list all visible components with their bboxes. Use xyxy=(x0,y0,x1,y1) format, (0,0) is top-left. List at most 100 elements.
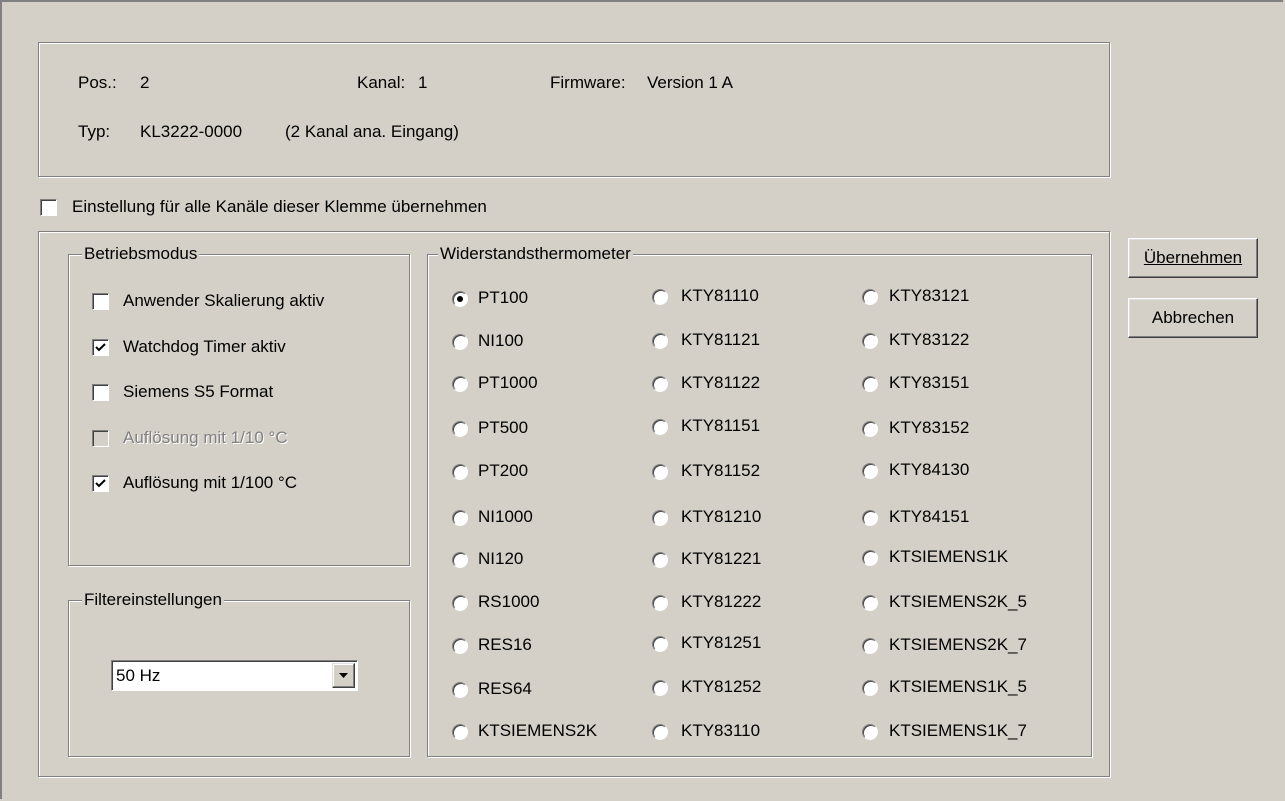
sensor-option-label[interactable]: KTSIEMENS1K xyxy=(889,547,1008,567)
filter-select-value: 50 Hz xyxy=(116,666,161,685)
sensor-radio[interactable] xyxy=(862,595,878,611)
betriebsmodus-option-label: Auflösung mit 1/10 °C xyxy=(123,428,288,447)
sensor-radio[interactable] xyxy=(652,552,668,568)
betriebsmodus-checkbox[interactable] xyxy=(92,293,109,310)
betriebsmodus-checkbox xyxy=(92,430,109,447)
sensor-radio[interactable] xyxy=(652,724,668,740)
sensor-title: Widerstandsthermometer xyxy=(438,244,633,264)
sensor-option-label[interactable]: KTY83152 xyxy=(889,418,969,438)
chevron-down-icon xyxy=(339,673,348,678)
firmware-label: Firmware: xyxy=(550,73,626,92)
typ-value: KL3222-0000 xyxy=(140,122,243,141)
sensor-radio[interactable] xyxy=(862,680,878,696)
sensor-option-label[interactable]: KTY81121 xyxy=(681,330,760,350)
sensor-option-label[interactable]: KTY81252 xyxy=(681,677,761,697)
sensor-option-label[interactable]: KTSIEMENS2K_7 xyxy=(889,635,1027,655)
betriebsmodus-checkbox[interactable] xyxy=(92,475,109,492)
apply-all-checkbox[interactable] xyxy=(40,199,57,216)
sensor-option-label[interactable]: KTY81122 xyxy=(681,373,760,393)
apply-button-label: Übernehmen xyxy=(1143,248,1243,267)
sensor-radio[interactable] xyxy=(862,510,878,526)
sensor-option-label[interactable]: KTSIEMENS1K_5 xyxy=(889,677,1027,697)
sensor-radio[interactable] xyxy=(862,421,878,437)
sensor-option-label[interactable]: KTY83121 xyxy=(889,286,969,306)
sensor-option-label[interactable]: KTY81210 xyxy=(681,507,761,527)
sensor-option-label[interactable]: KTY81222 xyxy=(681,592,761,612)
sensor-option-label[interactable]: KTSIEMENS2K_5 xyxy=(889,592,1027,612)
info-panel xyxy=(38,42,1110,177)
apply-button[interactable]: Übernehmen xyxy=(1128,238,1258,278)
sensor-radio[interactable] xyxy=(862,638,878,654)
betriebsmodus-checkbox[interactable] xyxy=(92,339,109,356)
sensor-option-label[interactable]: KTY84130 xyxy=(889,460,969,480)
pos-label: Pos.: xyxy=(78,73,117,92)
betriebsmodus-option-label[interactable]: Anwender Skalierung aktiv xyxy=(123,291,324,311)
sensor-option-label[interactable]: NI1000 xyxy=(478,507,533,527)
typ-description: (2 Kanal ana. Eingang) xyxy=(285,122,459,141)
typ-label: Typ: xyxy=(78,122,111,141)
sensor-radio[interactable] xyxy=(652,464,668,480)
sensor-radio[interactable] xyxy=(652,419,668,435)
sensor-radio[interactable] xyxy=(452,376,468,392)
filter-title: Filtereinstellungen xyxy=(82,590,224,610)
sensor-radio[interactable] xyxy=(452,638,468,654)
sensor-radio[interactable] xyxy=(862,550,878,566)
sensor-option-label[interactable]: RES64 xyxy=(478,679,532,699)
sensor-radio[interactable] xyxy=(652,636,668,652)
sensor-radio[interactable] xyxy=(452,464,468,480)
sensor-radio[interactable] xyxy=(452,552,468,568)
sensor-option-label[interactable]: NI120 xyxy=(478,549,523,569)
filter-select[interactable]: 50 Hz xyxy=(111,660,358,691)
sensor-radio[interactable] xyxy=(862,289,878,305)
betriebsmodus-option-label[interactable]: Watchdog Timer aktiv xyxy=(123,337,286,357)
sensor-option-label[interactable]: KTY83151 xyxy=(889,373,969,393)
cancel-button[interactable]: Abbrechen xyxy=(1128,298,1258,338)
sensor-option-label[interactable]: RES16 xyxy=(478,635,532,655)
sensor-radio[interactable] xyxy=(862,724,878,740)
sensor-radio[interactable] xyxy=(862,333,878,349)
sensor-option-label[interactable]: PT200 xyxy=(478,461,528,481)
sensor-radio[interactable] xyxy=(652,289,668,305)
sensor-option-label[interactable]: KTSIEMENS2K xyxy=(478,721,597,741)
sensor-option-label[interactable]: KTY84151 xyxy=(889,507,969,527)
sensor-radio[interactable] xyxy=(652,510,668,526)
dropdown-arrow-button[interactable] xyxy=(332,663,355,688)
sensor-radio[interactable] xyxy=(452,291,468,307)
sensor-radio[interactable] xyxy=(862,376,878,392)
sensor-radio[interactable] xyxy=(452,595,468,611)
radio-selected-dot xyxy=(457,296,463,302)
sensor-radio[interactable] xyxy=(452,421,468,437)
sensor-option-label[interactable]: KTSIEMENS1K_7 xyxy=(889,721,1027,741)
apply-all-label[interactable]: Einstellung für alle Kanäle dieser Klemm… xyxy=(72,197,487,217)
sensor-radio[interactable] xyxy=(452,724,468,740)
sensor-option-label[interactable]: KTY83122 xyxy=(889,330,969,350)
sensor-option-label[interactable]: PT1000 xyxy=(478,373,538,393)
kanal-value: 1 xyxy=(418,73,428,92)
pos-value: 2 xyxy=(140,73,150,92)
sensor-option-label[interactable]: KTY81151 xyxy=(681,416,760,436)
sensor-option-label[interactable]: KTY81110 xyxy=(681,286,759,306)
sensor-radio[interactable] xyxy=(452,334,468,350)
betriebsmodus-option-label[interactable]: Auflösung mit 1/100 °C xyxy=(123,473,297,493)
kanal-label: Kanal: xyxy=(357,73,406,92)
sensor-radio[interactable] xyxy=(652,376,668,392)
sensor-option-label[interactable]: KTY81221 xyxy=(681,549,761,569)
sensor-radio[interactable] xyxy=(452,682,468,698)
sensor-radio[interactable] xyxy=(652,333,668,349)
sensor-option-label[interactable]: PT100 xyxy=(478,288,528,308)
sensor-radio[interactable] xyxy=(652,680,668,696)
sensor-radio[interactable] xyxy=(652,595,668,611)
betriebsmodus-option-label[interactable]: Siemens S5 Format xyxy=(123,382,273,402)
sensor-radio[interactable] xyxy=(452,510,468,526)
sensor-option-label[interactable]: NI100 xyxy=(478,331,523,351)
sensor-radio[interactable] xyxy=(862,463,878,479)
firmware-value: Version 1 A xyxy=(647,73,734,92)
sensor-option-label[interactable]: KTY83110 xyxy=(681,721,760,741)
sensor-option-label[interactable]: RS1000 xyxy=(478,592,539,612)
sensor-option-label[interactable]: PT500 xyxy=(478,418,528,438)
betriebsmodus-title: Betriebsmodus xyxy=(82,244,200,264)
cancel-button-label: Abbrechen xyxy=(1151,308,1235,327)
sensor-option-label[interactable]: KTY81251 xyxy=(681,633,761,653)
betriebsmodus-checkbox[interactable] xyxy=(92,384,109,401)
sensor-option-label[interactable]: KTY81152 xyxy=(681,461,760,481)
